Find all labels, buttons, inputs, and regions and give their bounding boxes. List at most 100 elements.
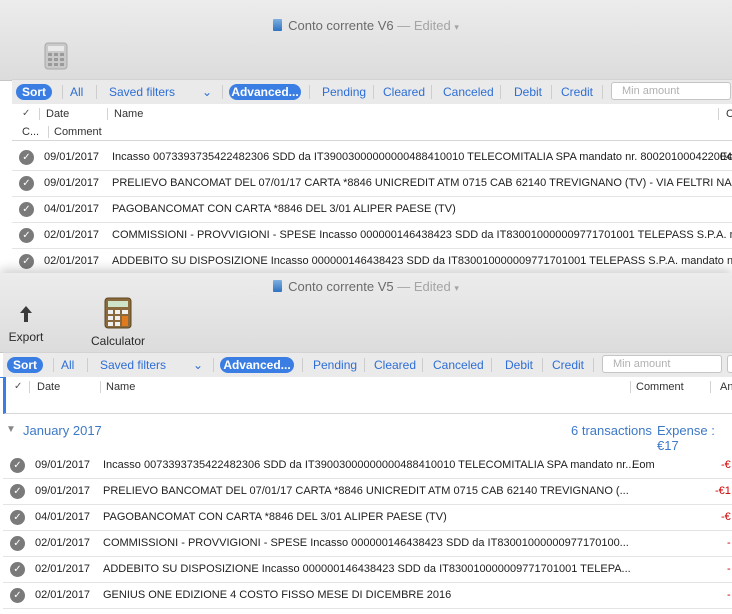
separator <box>542 358 543 372</box>
extra-column-header[interactable]: C <box>726 107 732 121</box>
row-date: 02/01/2017 <box>44 255 100 267</box>
cleared-filter[interactable]: Cleared <box>383 84 425 100</box>
table-row[interactable]: ✓ 09/01/2017 PRELIEVO BANCOMAT DEL 07/01… <box>12 171 732 197</box>
chevron-down-icon[interactable]: ▾ <box>454 283 459 293</box>
group-expense: Expense : €17 <box>657 423 715 453</box>
amount-column-header[interactable]: An <box>720 380 732 394</box>
separator <box>551 85 552 99</box>
cleared-check-icon[interactable]: ✓ <box>19 254 34 269</box>
separator <box>431 85 432 99</box>
all-filter[interactable]: All <box>70 84 83 100</box>
table-row[interactable]: ✓ 09/01/2017 Incasso 0073393735422482306… <box>12 145 732 171</box>
credit-filter[interactable]: Credit <box>561 84 593 100</box>
date-column-header[interactable]: Date <box>46 107 69 121</box>
separator <box>62 85 63 99</box>
separator <box>602 85 603 99</box>
advanced-button[interactable]: Advanced... <box>229 84 301 100</box>
group-header[interactable]: ▼ January 2017 6 transactions Expense : … <box>0 421 732 453</box>
table-row[interactable]: ✓ 02/01/2017 COMMISSIONI - PROVVIGIONI -… <box>12 223 732 249</box>
calculator-button[interactable] <box>44 42 68 73</box>
separator <box>29 381 30 393</box>
table-row[interactable]: ✓ 04/01/2017 PAGOBANCOMAT CON CARTA *884… <box>3 505 732 531</box>
table-row[interactable]: ✓ 02/01/2017 ADDEBITO SU DISPOSIZIONE In… <box>3 557 732 583</box>
separator <box>53 358 54 372</box>
separator <box>302 358 303 372</box>
cleared-check-icon[interactable]: ✓ <box>19 176 34 191</box>
edited-status: — Edited <box>397 18 451 33</box>
separator <box>87 358 88 372</box>
saved-filters-dropdown[interactable]: Saved filters <box>109 84 175 100</box>
separator <box>500 85 501 99</box>
saved-filters-dropdown[interactable]: Saved filters <box>100 357 166 373</box>
name-column-header[interactable]: Name <box>114 107 143 121</box>
table-row[interactable]: ✓ 09/01/2017 Incasso 0073393735422482306… <box>3 453 732 479</box>
cleared-check-icon[interactable]: ✓ <box>10 588 25 603</box>
row-description: COMMISSIONI - PROVVIGIONI - SPESE Incass… <box>112 229 732 241</box>
document-icon <box>273 19 283 31</box>
row-comment: Eo <box>720 151 732 163</box>
cleared-check-icon[interactable]: ✓ <box>10 458 25 473</box>
canceled-filter[interactable]: Canceled <box>443 84 494 100</box>
cleared-check-icon[interactable]: ✓ <box>19 150 34 165</box>
chevron-down-icon[interactable]: ⌄ <box>202 84 212 100</box>
cleared-check-icon[interactable]: ✓ <box>19 228 34 243</box>
advanced-button[interactable]: Advanced... <box>220 357 294 373</box>
table-row[interactable]: ✓ 02/01/2017 COMMISSIONI - PROVVIGIONI -… <box>3 531 732 557</box>
cleared-check-icon[interactable]: ✓ <box>10 562 25 577</box>
cleared-column-header[interactable]: C... <box>22 125 39 139</box>
debit-filter[interactable]: Debit <box>505 357 533 373</box>
cleared-check-icon[interactable]: ✓ <box>10 484 25 499</box>
row-date: 09/01/2017 <box>44 151 100 163</box>
check-column-icon[interactable]: ✓ <box>22 107 30 121</box>
filter-bar: Sort All Saved filters ⌄ Advanced... Pen… <box>3 352 732 378</box>
export-label: Export <box>8 330 44 344</box>
window-title-text: Conto corrente V5 <box>288 279 394 294</box>
row-description: ADDEBITO SU DISPOSIZIONE Incasso 0000001… <box>103 563 631 575</box>
table-row[interactable]: ✓ 09/01/2017 PRELIEVO BANCOMAT DEL 07/01… <box>3 479 732 505</box>
row-amount: -€1 <box>715 485 731 497</box>
credit-filter[interactable]: Credit <box>552 357 584 373</box>
sort-button[interactable]: Sort <box>7 357 43 373</box>
debit-filter[interactable]: Debit <box>514 84 542 100</box>
column-header: ✓ Date Name Comment An <box>3 377 732 414</box>
window-title-text: Conto corrente V6 <box>288 18 394 33</box>
pending-filter[interactable]: Pending <box>313 357 357 373</box>
cleared-check-icon[interactable]: ✓ <box>10 510 25 525</box>
window-conto-corrente-v6: Conto corrente V6 — Edited ▾ Sort All Sa… <box>0 0 732 273</box>
check-column-icon[interactable]: ✓ <box>14 380 22 394</box>
sort-button[interactable]: Sort <box>16 84 52 100</box>
cleared-check-icon[interactable]: ✓ <box>10 536 25 551</box>
separator <box>213 358 214 372</box>
comment-column-header[interactable]: Comment <box>54 125 102 139</box>
cleared-check-icon[interactable]: ✓ <box>19 202 34 217</box>
all-filter[interactable]: All <box>61 357 74 373</box>
name-column-header[interactable]: Name <box>106 380 135 394</box>
disclosure-triangle-icon[interactable]: ▼ <box>6 424 16 435</box>
max-amount-input[interactable] <box>727 355 732 373</box>
window-title: Conto corrente V6 — Edited ▾ <box>0 18 732 33</box>
calculator-button[interactable]: Calculator <box>88 297 148 348</box>
export-button[interactable]: Export <box>6 305 46 344</box>
min-amount-input[interactable] <box>611 82 731 100</box>
separator <box>107 108 108 120</box>
filter-bar: Sort All Saved filters ⌄ Advanced... Pen… <box>12 79 732 105</box>
cleared-filter[interactable]: Cleared <box>374 357 416 373</box>
title-bar: Conto corrente V6 — Edited ▾ <box>0 0 732 81</box>
date-column-header[interactable]: Date <box>37 380 60 394</box>
table-row[interactable]: ✓ 02/01/2017 ADDEBITO SU DISPOSIZIONE In… <box>12 249 732 273</box>
separator <box>422 358 423 372</box>
pending-filter[interactable]: Pending <box>322 84 366 100</box>
min-amount-input[interactable] <box>602 355 722 373</box>
table-row[interactable]: ✓ 02/01/2017 GENIUS ONE EDIZIONE 4 COSTO… <box>3 583 732 609</box>
row-date: 02/01/2017 <box>35 537 91 549</box>
chevron-down-icon[interactable]: ▾ <box>454 22 459 32</box>
row-description: PAGOBANCOMAT CON CARTA *8846 DEL 3/01 AL… <box>112 203 456 215</box>
separator <box>48 126 49 138</box>
row-comment: Eom <box>632 459 655 471</box>
chevron-down-icon[interactable]: ⌄ <box>193 357 203 373</box>
separator <box>96 85 97 99</box>
table-row[interactable]: ✓ 04/01/2017 PAGOBANCOMAT CON CARTA *884… <box>12 197 732 223</box>
canceled-filter[interactable]: Canceled <box>433 357 484 373</box>
comment-column-header[interactable]: Comment <box>636 380 684 394</box>
row-description: GENIUS ONE EDIZIONE 4 COSTO FISSO MESE D… <box>103 589 452 601</box>
